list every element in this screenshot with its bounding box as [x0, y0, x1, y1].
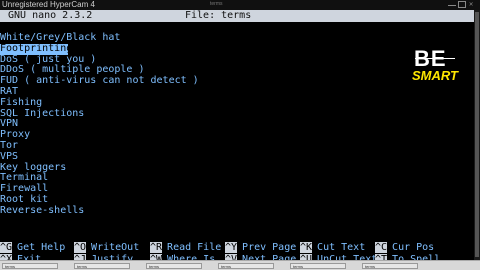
nano-version: GNU nano 2.3.2: [8, 10, 93, 21]
shortcut-writeout[interactable]: ^O WriteOut: [74, 242, 139, 253]
editor-line[interactable]: Fishing: [0, 97, 199, 109]
nano-filename: File: terms: [185, 10, 252, 21]
shortcut-prev-page[interactable]: ^Y Prev Page: [225, 242, 296, 253]
shortcut-get-help[interactable]: ^G Get Help: [0, 242, 65, 253]
taskbar-item[interactable]: terms: [362, 263, 418, 269]
shortcut-read-file[interactable]: ^R Read File: [150, 242, 221, 253]
taskbar-item[interactable]: terms: [290, 263, 346, 269]
shortcut-cur-pos[interactable]: ^C Cur Pos: [375, 242, 434, 253]
taskbar: terms terms terms terms terms terms: [0, 260, 480, 270]
editor-line[interactable]: Tor: [0, 140, 199, 152]
editor-line[interactable]: Reverse-shells: [0, 205, 199, 217]
taskbar-item[interactable]: terms: [218, 263, 274, 269]
editor-buffer[interactable]: White/Grey/Black hat Footprinting DoS ( …: [0, 32, 199, 217]
scrollbar-thumb[interactable]: [475, 12, 479, 257]
taskbar-item[interactable]: terms: [74, 263, 130, 269]
be-smart-logo: BE SMART: [410, 46, 466, 86]
shortcut-cut-text[interactable]: ^K Cut Text: [300, 242, 365, 253]
terminal-window[interactable]: GNU nano 2.3.2 File: terms White/Grey/Bl…: [0, 10, 474, 265]
taskbar-item[interactable]: terms: [2, 263, 58, 269]
terminal-scrollbar[interactable]: [474, 10, 480, 260]
close-icon[interactable]: ✕: [469, 1, 477, 8]
logo-text-bottom: SMART: [412, 68, 458, 83]
editor-line[interactable]: VPS: [0, 151, 199, 163]
nano-header: GNU nano 2.3.2 File: terms: [0, 10, 474, 22]
editor-line-selected[interactable]: Footprinting: [0, 43, 72, 55]
editor-line[interactable]: FUD ( anti-virus can not detect ): [0, 75, 199, 87]
editor-line[interactable]: SQL Injections: [0, 108, 199, 120]
logo-divider: [415, 58, 455, 59]
maximize-icon[interactable]: [458, 1, 466, 8]
editor-line[interactable]: Proxy: [0, 129, 199, 141]
window-titlebar: Unregistered HyperCam 4 terms ✕: [0, 0, 480, 10]
recording-watermark: Unregistered HyperCam 4: [2, 0, 95, 9]
window-title: terms: [210, 1, 223, 7]
taskbar-item[interactable]: terms: [146, 263, 202, 269]
minimize-icon[interactable]: [448, 1, 456, 6]
